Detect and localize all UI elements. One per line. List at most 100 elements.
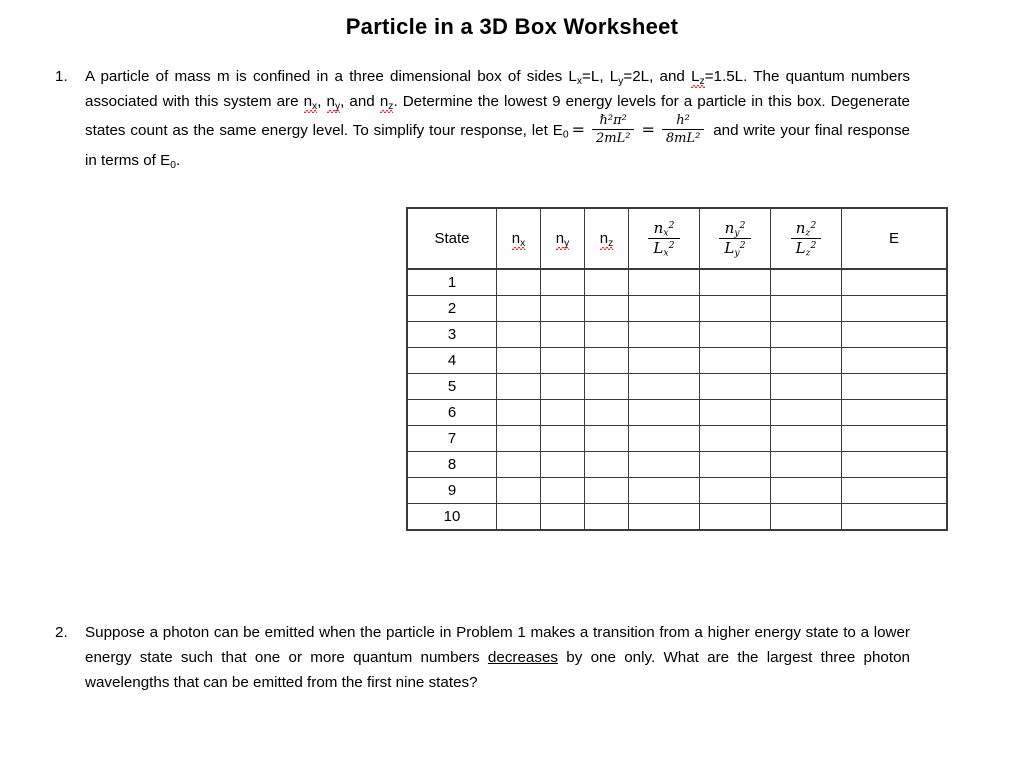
cell-ny[interactable] (540, 425, 585, 452)
cell-nz2-over-Lz2[interactable] (770, 503, 842, 531)
cell-energy[interactable] (841, 268, 948, 296)
cell-nx[interactable] (496, 295, 541, 322)
fraction-y-numerator: ny2 (719, 220, 750, 238)
cell-energy[interactable] (841, 321, 948, 348)
fy-den-base: L (724, 238, 735, 257)
cell-ny2-over-Ly2[interactable] (699, 503, 771, 531)
problem-1-segment-1: A particle of mass m is confined in a th… (85, 68, 577, 85)
fraction-z: nz2 Lz2 (790, 220, 822, 257)
cell-ny[interactable] (540, 373, 585, 400)
cell-ny[interactable] (540, 268, 585, 296)
cell-nz2-over-Lz2[interactable] (770, 399, 842, 426)
fraction-2-numerator: h² (676, 113, 690, 128)
cell-nx[interactable] (496, 477, 541, 504)
cell-nz[interactable] (584, 425, 629, 452)
cell-nx2-over-Lx2[interactable] (628, 451, 700, 478)
table-row: 3 (406, 321, 948, 348)
table-row: 1 (406, 268, 948, 296)
cell-ny2-over-Ly2[interactable] (699, 268, 771, 296)
nx-header-term: nx (511, 230, 525, 248)
cell-energy[interactable] (841, 399, 948, 426)
table-row: 10 (406, 503, 948, 531)
problem-1-body: A particle of mass m is confined in a th… (85, 64, 910, 173)
cell-nz2-over-Lz2[interactable] (770, 425, 842, 452)
cell-ny[interactable] (540, 477, 585, 504)
cell-ny[interactable] (540, 321, 585, 348)
problem-1-comma-1: , (317, 93, 327, 110)
problem-1-number: 1. (55, 68, 68, 85)
fy-num-base: n (724, 219, 735, 238)
cell-nx[interactable] (496, 321, 541, 348)
cell-nz[interactable] (584, 295, 629, 322)
cell-nz2-over-Lz2[interactable] (770, 347, 842, 374)
cell-nz2-over-Lz2[interactable] (770, 268, 842, 296)
cell-nz2-over-Lz2[interactable] (770, 373, 842, 400)
fx-num-base: n (653, 219, 664, 238)
cell-nz[interactable] (584, 399, 629, 426)
cell-nx2-over-Lx2[interactable] (628, 425, 700, 452)
table-header-row: State nx ny nz nx2 Lx2 ny2 Ly2 nz2 Lz2 E (406, 207, 948, 270)
nx-header-base: n (511, 230, 521, 247)
cell-ny2-over-Ly2[interactable] (699, 347, 771, 374)
cell-nx[interactable] (496, 347, 541, 374)
cell-nz[interactable] (584, 268, 629, 296)
cell-nx2-over-Lx2[interactable] (628, 268, 700, 296)
cell-nx[interactable] (496, 268, 541, 296)
cell-nx[interactable] (496, 425, 541, 452)
cell-nz2-over-Lz2[interactable] (770, 295, 842, 322)
cell-state: 9 (406, 477, 497, 504)
cell-state: 10 (406, 503, 497, 531)
column-header-nx: nx (496, 207, 541, 270)
cell-ny2-over-Ly2[interactable] (699, 399, 771, 426)
cell-energy[interactable] (841, 477, 948, 504)
nz-subscript: z (388, 100, 394, 112)
cell-nx2-over-Lx2[interactable] (628, 321, 700, 348)
column-header-ny: ny (540, 207, 585, 270)
cell-ny[interactable] (540, 295, 585, 322)
cell-nx2-over-Lx2[interactable] (628, 373, 700, 400)
cell-nx2-over-Lx2[interactable] (628, 477, 700, 504)
problem-2-body: Suppose a photon can be emitted when the… (85, 620, 910, 695)
cell-ny2-over-Ly2[interactable] (699, 425, 771, 452)
cell-ny2-over-Ly2[interactable] (699, 295, 771, 322)
cell-nx2-over-Lx2[interactable] (628, 399, 700, 426)
fz-num-sup: 2 (810, 219, 817, 231)
cell-ny[interactable] (540, 503, 585, 531)
cell-ny[interactable] (540, 399, 585, 426)
cell-nx2-over-Lx2[interactable] (628, 295, 700, 322)
cell-energy[interactable] (841, 347, 948, 374)
cell-ny2-over-Ly2[interactable] (699, 477, 771, 504)
cell-energy[interactable] (841, 373, 948, 400)
cell-nz[interactable] (584, 347, 629, 374)
cell-nz[interactable] (584, 373, 629, 400)
problem-1-text: A particle of mass m is confined in a th… (85, 64, 910, 173)
fraction-x-denominator: Lx2 (648, 237, 680, 257)
cell-nx[interactable] (496, 399, 541, 426)
cell-nz2-over-Lz2[interactable] (770, 477, 842, 504)
table-row: 7 (406, 425, 948, 452)
cell-ny2-over-Ly2[interactable] (699, 321, 771, 348)
cell-energy[interactable] (841, 425, 948, 452)
cell-energy[interactable] (841, 503, 948, 531)
fraction-z-numerator: nz2 (791, 220, 822, 238)
cell-nz[interactable] (584, 321, 629, 348)
cell-nz[interactable] (584, 477, 629, 504)
cell-nx2-over-Lx2[interactable] (628, 347, 700, 374)
cell-nz[interactable] (584, 451, 629, 478)
energy-levels-table[interactable]: State nx ny nz nx2 Lx2 ny2 Ly2 nz2 Lz2 E… (406, 207, 948, 531)
cell-nx[interactable] (496, 503, 541, 531)
cell-ny[interactable] (540, 451, 585, 478)
cell-ny2-over-Ly2[interactable] (699, 373, 771, 400)
cell-ny2-over-Ly2[interactable] (699, 451, 771, 478)
cell-nz2-over-Lz2[interactable] (770, 321, 842, 348)
cell-ny[interactable] (540, 347, 585, 374)
cell-nx[interactable] (496, 373, 541, 400)
cell-nx[interactable] (496, 451, 541, 478)
cell-nz2-over-Lz2[interactable] (770, 451, 842, 478)
problem-1-comma-2: , and (340, 93, 380, 110)
cell-nz[interactable] (584, 503, 629, 531)
problem-2-number: 2. (55, 624, 68, 641)
cell-energy[interactable] (841, 451, 948, 478)
cell-energy[interactable] (841, 295, 948, 322)
cell-nx2-over-Lx2[interactable] (628, 503, 700, 531)
